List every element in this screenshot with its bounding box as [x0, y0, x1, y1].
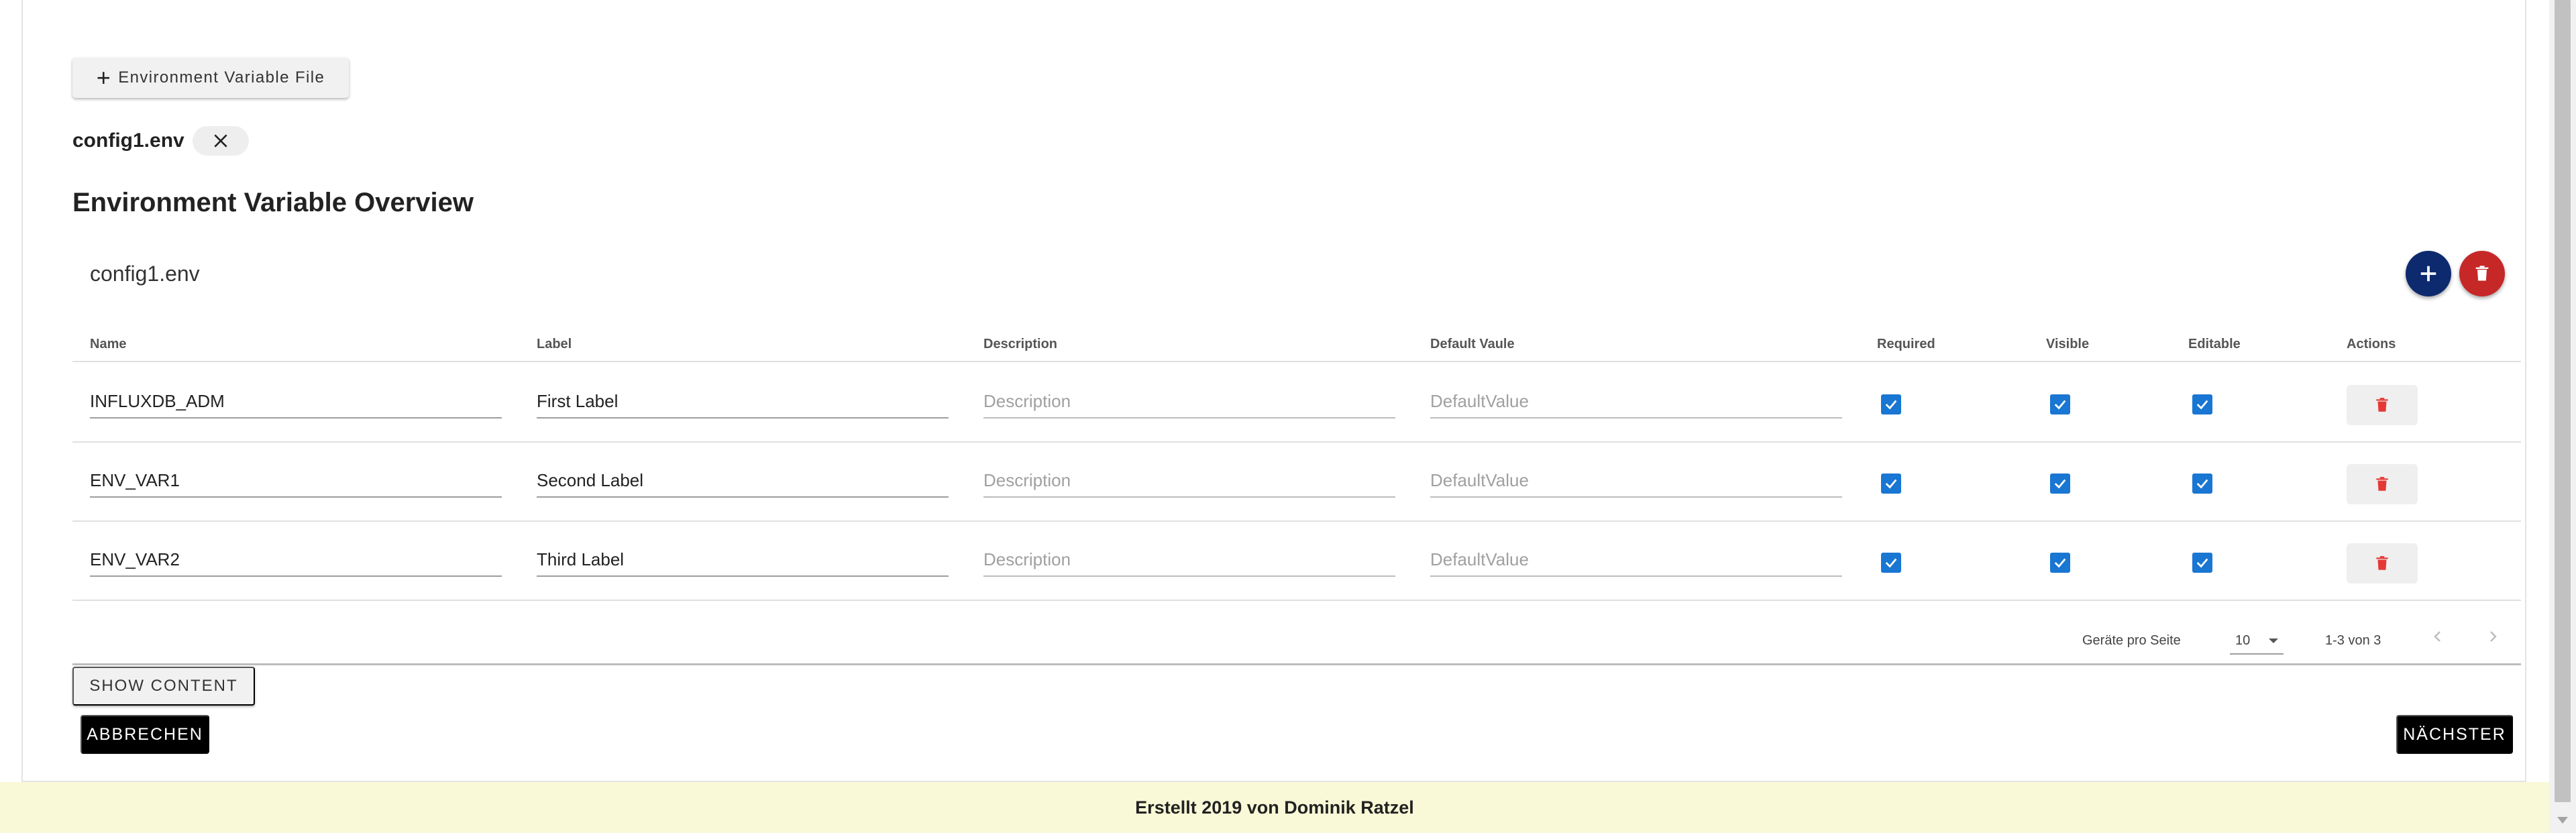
- add-env-file-button[interactable]: + Environment Variable File: [72, 58, 349, 98]
- rows-per-page-select[interactable]: 10: [2230, 626, 2284, 655]
- editable-checkbox[interactable]: [2192, 553, 2212, 573]
- visible-checkbox[interactable]: [2050, 394, 2070, 414]
- add-variable-button[interactable]: [2406, 251, 2451, 296]
- scroll-down-arrow-icon[interactable]: [2557, 817, 2568, 824]
- chevron-right-icon: [2490, 631, 2497, 642]
- column-header-editable: Editable: [2188, 337, 2241, 351]
- page-range-label: 1-3 von 3: [2325, 633, 2381, 648]
- default-value-field[interactable]: DefaultValue: [1430, 465, 1842, 498]
- required-checkbox[interactable]: [1881, 394, 1901, 414]
- check-icon: [1885, 558, 1897, 568]
- table-row: ENV_VAR1 Second Label Description Defaul…: [72, 443, 2521, 522]
- default-value-field[interactable]: DefaultValue: [1430, 386, 1842, 419]
- column-header-description: Description: [983, 337, 1058, 351]
- check-icon: [2196, 479, 2208, 489]
- description-field[interactable]: Description: [983, 545, 1395, 577]
- label-field[interactable]: Second Label: [537, 465, 949, 498]
- footer: Erstellt 2019 von Dominik Ratzel: [0, 782, 2549, 833]
- delete-file-button[interactable]: [2459, 251, 2505, 296]
- delete-row-button[interactable]: [2347, 543, 2418, 584]
- page-scrollbar[interactable]: [2549, 0, 2576, 833]
- chevron-left-icon: [2434, 631, 2440, 642]
- table-row: INFLUXDB_ADM First Label Description Def…: [72, 364, 2521, 443]
- prev-page-button[interactable]: [2430, 626, 2446, 652]
- check-icon: [2054, 558, 2066, 568]
- trash-icon: [2376, 556, 2388, 570]
- check-icon: [1885, 400, 1897, 410]
- chevron-down-icon: [2269, 638, 2278, 643]
- description-field[interactable]: Description: [983, 465, 1395, 498]
- table-title: config1.env: [90, 262, 200, 286]
- visible-checkbox[interactable]: [2050, 474, 2070, 494]
- default-value-field[interactable]: DefaultValue: [1430, 545, 1842, 577]
- remove-file-button[interactable]: [192, 126, 249, 156]
- required-checkbox[interactable]: [1881, 553, 1901, 573]
- name-field[interactable]: INFLUXDB_ADM: [90, 386, 502, 419]
- table-row: ENV_VAR2 Third Label Description Default…: [72, 522, 2521, 601]
- name-field[interactable]: ENV_VAR1: [90, 465, 502, 498]
- page-viewport: + Environment Variable File config1.env …: [0, 0, 2549, 833]
- column-header-required: Required: [1877, 337, 1935, 351]
- env-variable-table: config1.env Name Label Description Defau…: [72, 241, 2521, 665]
- cancel-button[interactable]: ABBRECHEN: [80, 715, 209, 754]
- delete-row-button[interactable]: [2347, 464, 2418, 504]
- check-icon: [2196, 400, 2208, 410]
- close-icon: [214, 134, 227, 148]
- next-button[interactable]: NÄCHSTER: [2396, 715, 2513, 754]
- footer-text: Erstellt 2019 von Dominik Ratzel: [1135, 797, 1414, 818]
- pagination: Geräte pro Seite 10 1-3 von 3: [72, 617, 2521, 664]
- required-checkbox[interactable]: [1881, 474, 1901, 494]
- check-icon: [1885, 479, 1897, 489]
- next-page-button[interactable]: [2485, 626, 2501, 652]
- description-field[interactable]: Description: [983, 386, 1395, 419]
- show-content-button[interactable]: SHOW CONTENT: [72, 667, 255, 706]
- column-header-actions: Actions: [2347, 337, 2396, 351]
- label-field[interactable]: Third Label: [537, 545, 949, 577]
- file-chip-name: config1.env: [72, 129, 184, 152]
- check-icon: [2054, 400, 2066, 410]
- add-env-file-label: Environment Variable File: [118, 68, 325, 87]
- column-header-default-value: Default Vaule: [1430, 337, 1515, 351]
- page-title: Environment Variable Overview: [72, 188, 474, 217]
- column-header-name: Name: [90, 337, 127, 351]
- table-header: Name Label Description Default Vaule Req…: [72, 326, 2521, 362]
- content-card: + Environment Variable File config1.env …: [21, 0, 2526, 782]
- label-field[interactable]: First Label: [537, 386, 949, 419]
- name-field[interactable]: ENV_VAR2: [90, 545, 502, 577]
- trash-icon: [2376, 398, 2388, 412]
- delete-row-button[interactable]: [2347, 385, 2418, 425]
- trash-icon: [2376, 477, 2388, 491]
- editable-checkbox[interactable]: [2192, 474, 2212, 494]
- visible-checkbox[interactable]: [2050, 553, 2070, 573]
- scrollbar-thumb[interactable]: [2555, 0, 2571, 802]
- column-header-label: Label: [537, 337, 572, 351]
- plus-icon: [2420, 266, 2436, 282]
- column-header-visible: Visible: [2046, 337, 2090, 351]
- rows-per-page-label: Geräte pro Seite: [2082, 633, 2181, 648]
- trash-icon: [2475, 266, 2489, 281]
- editable-checkbox[interactable]: [2192, 394, 2212, 414]
- plus-icon: +: [96, 64, 112, 91]
- check-icon: [2196, 558, 2208, 568]
- check-icon: [2054, 479, 2066, 489]
- file-chip: config1.env: [72, 126, 249, 156]
- rows-per-page-value: 10: [2235, 633, 2251, 648]
